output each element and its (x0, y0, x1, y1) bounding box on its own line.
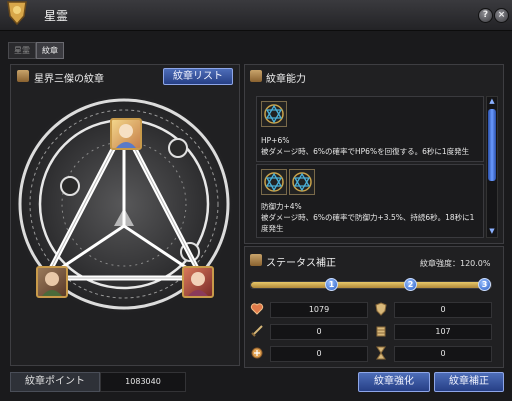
bonus-value: 0 (270, 346, 368, 362)
ability-entry: HP+6% 被ダメージ時、6%の確率でHP6%を回復する。6秒に1度発生 (256, 96, 484, 162)
crest-correct-button[interactable]: 紋章補正 (434, 372, 504, 392)
crest-points-label: 紋章ポイント (10, 372, 100, 392)
crest-list-button[interactable]: 紋章リスト (163, 68, 233, 85)
tab-spirit[interactable]: 星霊 (8, 42, 36, 59)
sword-icon (250, 324, 264, 338)
strength-slider-track[interactable] (250, 281, 492, 289)
hp-value: 1079 (270, 302, 368, 318)
character-avatar-icon (188, 272, 208, 296)
crest-slot (261, 169, 287, 195)
status-header-icon (250, 254, 262, 266)
character-avatar-icon (42, 272, 62, 296)
defense-value: 0 (394, 302, 492, 318)
ability-header-icon (250, 70, 262, 82)
heart-icon (250, 302, 264, 316)
scroll-up-icon[interactable]: ▲ (488, 97, 496, 105)
slider-knob-3[interactable]: 3 (478, 278, 491, 291)
portrait-top[interactable] (110, 118, 142, 150)
portrait-left[interactable] (36, 266, 68, 298)
attack-value: 0 (270, 324, 368, 340)
time-value: 0 (394, 346, 492, 362)
medal-icon (250, 346, 264, 360)
hexagram-icon (264, 172, 284, 192)
ability-entry: 防御力+4% 被ダメージ時、6%の確率で防御力+3.5%、持続6秒。18秒に1度発… (256, 164, 484, 238)
character-avatar-icon (116, 124, 136, 148)
ability-panel-title: 紋章能力 (266, 74, 306, 85)
status-panel-title: ステータス補正 (266, 258, 336, 269)
scroll-down-icon[interactable]: ▼ (488, 227, 496, 235)
ability-scrollbar[interactable]: ▲ ▼ (486, 96, 498, 238)
help-button[interactable]: ? (478, 8, 493, 23)
crest-panel-title: 星界三傑の紋章 (34, 74, 104, 85)
slider-knob-1[interactable]: 1 (325, 278, 338, 291)
title-bar: 星霊 ? × (0, 0, 512, 31)
strength-slider-fill (251, 282, 491, 288)
hexagram-icon (292, 172, 312, 192)
crest-header-icon (17, 70, 29, 82)
crest-points-value: 1083040 (100, 372, 186, 392)
ability-text: HP+6% 被ダメージ時、6%の確率でHP6%を回復する。6秒に1度発生 (261, 136, 470, 156)
armor-value: 107 (394, 324, 492, 340)
crest-strength-label: 紋章強度：120.0% (420, 259, 491, 268)
portrait-right[interactable] (182, 266, 214, 298)
hourglass-icon (374, 346, 388, 360)
tab-bar: 星霊 紋章 (0, 31, 512, 61)
slider-knob-2[interactable]: 2 (404, 278, 417, 291)
tab-crest[interactable]: 紋章 (36, 42, 64, 59)
crest-slot (261, 101, 287, 127)
close-button[interactable]: × (494, 8, 509, 23)
scrollbar-thumb[interactable] (488, 109, 496, 181)
ability-text: 防御力+4% 被ダメージ時、6%の確率で防御力+3.5%、持続6秒。18秒に1度発… (261, 202, 475, 233)
crest-slot (289, 169, 315, 195)
shield-icon (374, 302, 388, 316)
hexagram-icon (264, 104, 284, 124)
crest-enhance-button[interactable]: 紋章強化 (358, 372, 430, 392)
armor-icon (374, 324, 388, 338)
window-title: 星霊 (44, 9, 69, 23)
spirit-emblem-icon (7, 1, 27, 26)
